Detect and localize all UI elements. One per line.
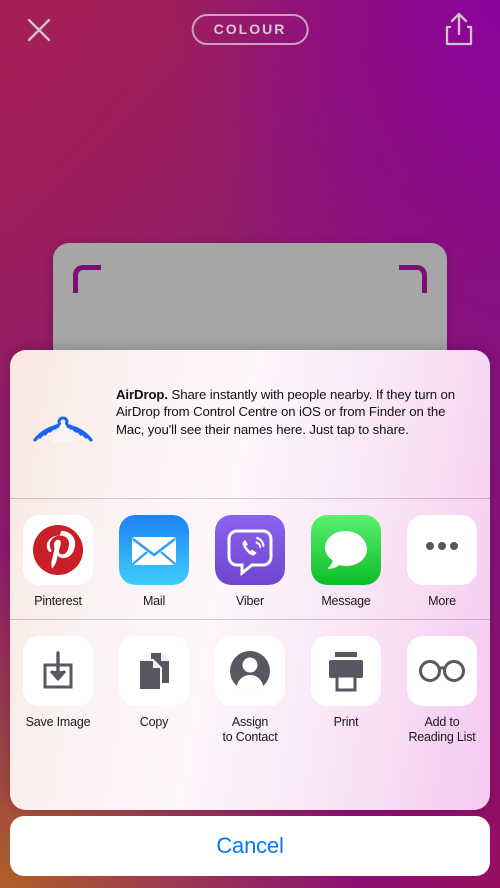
airdrop-title: AirDrop. [116, 387, 168, 402]
apps-row: Pinterest Mail Viber Message More [10, 499, 490, 619]
close-button[interactable] [22, 13, 56, 47]
actions-row: Save Image Copy Assign to Contact Print … [10, 620, 490, 759]
action-save-image[interactable]: Save Image [10, 635, 106, 745]
action-label: Add to Reading List [408, 714, 476, 744]
top-bar: COLOUR [0, 0, 500, 60]
save-image-icon [23, 635, 93, 706]
airdrop-description: AirDrop. Share instantly with people nea… [116, 372, 468, 474]
viber-icon [215, 515, 285, 585]
action-print[interactable]: Print [298, 635, 394, 745]
close-icon [22, 13, 56, 47]
add-to-reading-list-icon [407, 635, 477, 706]
pinterest-icon [23, 515, 93, 585]
app-viber[interactable]: Viber [202, 515, 298, 609]
more-icon [407, 515, 477, 585]
copy-icon [119, 635, 189, 706]
colour-pill-button[interactable]: COLOUR [191, 14, 309, 45]
app-label: Viber [236, 594, 264, 608]
app-label: More [428, 594, 456, 608]
message-icon [311, 515, 381, 585]
airdrop-icon [28, 378, 98, 448]
cancel-label: Cancel [216, 833, 284, 858]
app-pinterest[interactable]: Pinterest [10, 515, 106, 609]
share-button[interactable] [442, 10, 476, 50]
cancel-button[interactable]: Cancel [10, 816, 490, 876]
action-assign-to-contact[interactable]: Assign to Contact [202, 635, 298, 745]
mail-icon [119, 515, 189, 585]
print-icon [311, 635, 381, 706]
app-message[interactable]: Message [298, 515, 394, 609]
share-sheet: AirDrop. Share instantly with people nea… [10, 350, 490, 810]
app-label: Message [321, 594, 371, 608]
share-icon [442, 10, 476, 50]
app-label: Mail [142, 594, 166, 608]
assign-to-contact-icon [215, 635, 285, 706]
action-add-to-reading-list[interactable]: Add to Reading List [394, 635, 490, 745]
action-copy[interactable]: Copy [106, 635, 202, 745]
crop-corner-top-right-icon [399, 265, 427, 293]
action-label: Print [333, 714, 359, 729]
app-more[interactable]: More [394, 515, 490, 609]
action-label: Save Image [25, 714, 91, 729]
action-label: Copy [139, 714, 169, 729]
app-label: Pinterest [34, 594, 82, 608]
action-label: Assign to Contact [222, 714, 278, 744]
crop-corner-top-left-icon [73, 265, 101, 293]
app-mail[interactable]: Mail [106, 515, 202, 609]
airdrop-section[interactable]: AirDrop. Share instantly with people nea… [10, 350, 490, 498]
